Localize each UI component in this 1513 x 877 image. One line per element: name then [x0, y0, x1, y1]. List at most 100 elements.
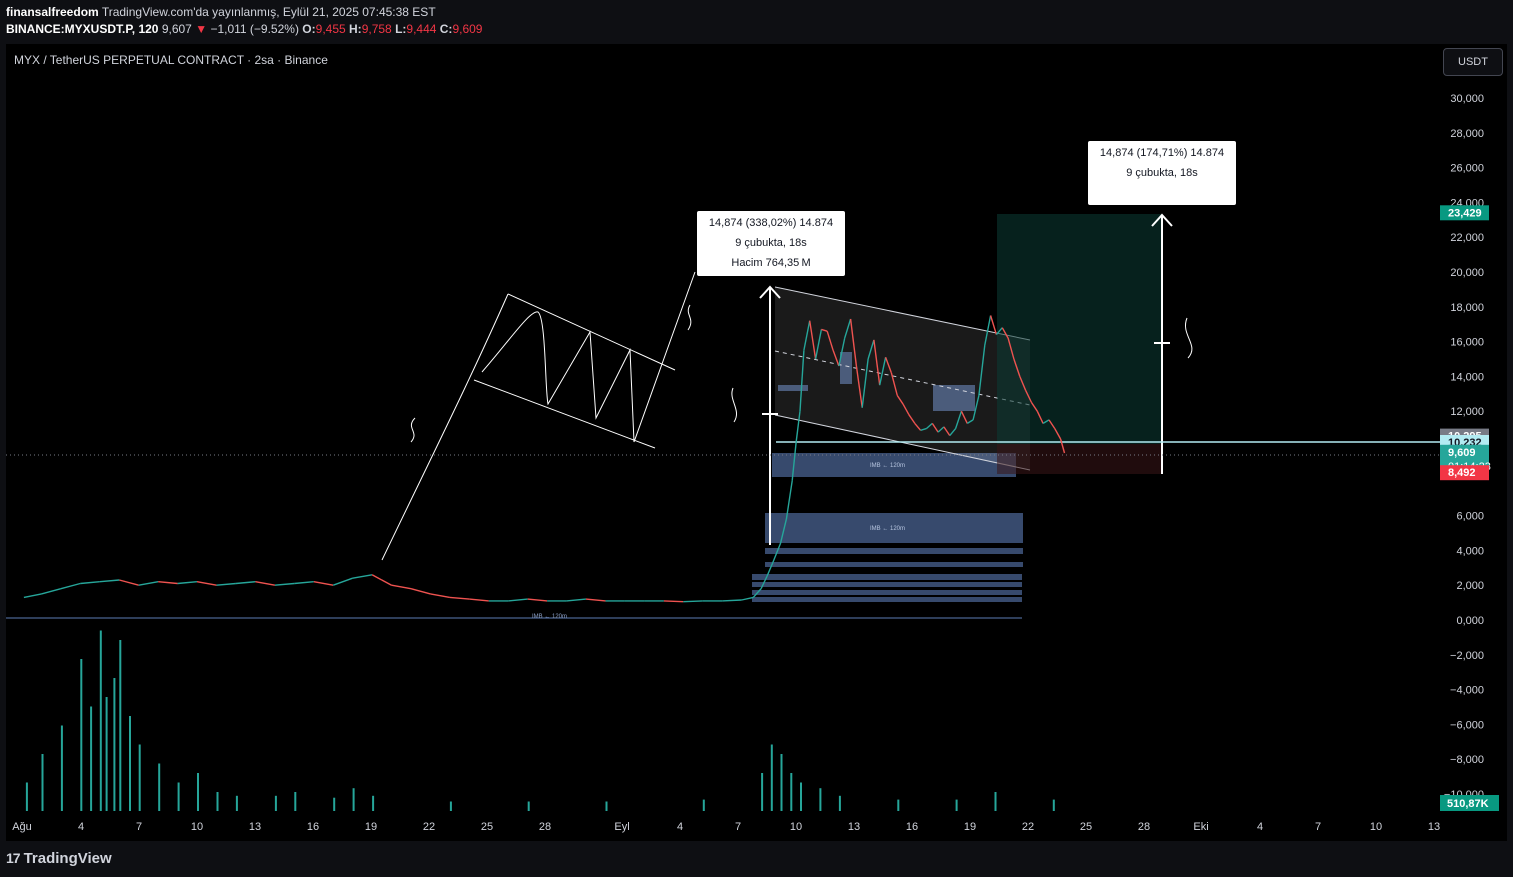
price-candle: [332, 577, 353, 586]
y-tick-label: −2,000: [1450, 650, 1484, 662]
volume-bar: [702, 799, 705, 811]
x-tick-label: Eyl: [614, 821, 629, 833]
x-tick-label: 19: [365, 821, 377, 833]
price-candle: [60, 582, 81, 590]
price-candle: [274, 582, 295, 586]
volume-label-text: 510,87K: [1447, 798, 1489, 810]
volume-bar: [235, 795, 238, 811]
volume-bar: [274, 795, 277, 811]
tradingview-logo-icon: 17: [6, 850, 21, 866]
price-candle: [371, 574, 383, 581]
sketch-squiggle: [410, 417, 416, 443]
user-drawings: [6, 141, 1440, 561]
x-tick-label: 4: [78, 821, 84, 833]
volume-bar: [790, 773, 793, 811]
annotation-line: Hacim 764,35 M: [731, 257, 810, 269]
x-tick-label: 10: [790, 821, 802, 833]
volume-bar: [41, 754, 44, 811]
x-tick-label: 4: [1257, 821, 1263, 833]
y-tick-label: 26,000: [1450, 163, 1484, 175]
price-candle: [255, 581, 276, 586]
price-candle: [722, 599, 742, 602]
price-candle: [469, 598, 489, 602]
volume-bar: [99, 630, 102, 811]
tradingview-logo[interactable]: 17 TradingView: [6, 850, 112, 867]
volume-series: [25, 630, 1055, 811]
volume-bar: [177, 782, 180, 811]
volume-bar: [158, 763, 161, 811]
volume-bar: [838, 795, 841, 811]
sketch-flag-bottom: [473, 379, 656, 449]
price-candle: [585, 598, 606, 602]
price-candle: [294, 581, 314, 585]
x-tick-label: 22: [1022, 821, 1034, 833]
price-candle: [566, 598, 587, 602]
x-tick-label: 28: [539, 821, 551, 833]
volume-bar: [60, 725, 63, 811]
imbalance-zone: [752, 582, 1022, 587]
price-candle: [80, 581, 100, 585]
volume-bar: [605, 801, 608, 811]
y-tick-label: 12,000: [1450, 406, 1484, 418]
x-tick-label: 7: [735, 821, 741, 833]
y-tick-label: 4,000: [1456, 545, 1484, 557]
volume-bar: [333, 797, 336, 811]
volume-bar: [761, 773, 764, 811]
volume-bar: [216, 792, 219, 811]
x-tick-label: Ağu: [12, 821, 32, 833]
y-tick-label: 20,000: [1450, 267, 1484, 279]
price-candle: [158, 581, 178, 585]
sketch-squiggle: [687, 304, 692, 331]
x-tick-label: 4: [677, 821, 683, 833]
y-tick-label: 22,000: [1450, 232, 1484, 244]
x-tick-label: 10: [191, 821, 203, 833]
volume-bar: [294, 792, 297, 811]
y-tick-label: 30,000: [1450, 93, 1484, 105]
volume-bar: [372, 795, 375, 811]
volume-bar: [90, 706, 93, 811]
currency-unit-button[interactable]: USDT: [1443, 48, 1503, 76]
sketch-squiggle: [731, 387, 738, 423]
volume-bar: [113, 678, 116, 811]
volume-bar: [770, 744, 773, 811]
volume-bar: [897, 799, 900, 811]
volume-bar: [1052, 799, 1055, 811]
annotation-line: 9 çubukta, 18s: [1126, 167, 1198, 179]
price-candle: [410, 588, 431, 595]
chart-canvas[interactable]: IMB ← 120mIMB ← 120mIMB ← 120m 14,874 (3…: [0, 0, 1513, 877]
price-candle: [741, 596, 754, 601]
imbalance-zone: [752, 597, 1022, 602]
x-tick-label: 19: [964, 821, 976, 833]
volume-bar: [105, 697, 108, 811]
price-label-text: 23,429: [1448, 207, 1482, 219]
volume-bar: [449, 801, 452, 811]
price-candle: [235, 581, 256, 585]
annotation-line: 14,874 (174,71%) 14.874: [1100, 147, 1224, 159]
stop-zone: [997, 444, 1162, 474]
volume-bar: [197, 773, 199, 811]
volume-bar: [819, 788, 822, 811]
y-tick-label: 18,000: [1450, 302, 1484, 314]
volume-bar: [527, 801, 530, 811]
volume-bar: [119, 640, 122, 811]
y-tick-label: 0,000: [1456, 615, 1484, 627]
volume-bar: [780, 754, 783, 811]
price-candle: [41, 588, 62, 595]
price-candle: [430, 593, 451, 599]
price-candle: [352, 574, 373, 579]
imbalance-zone: [765, 548, 1023, 554]
volume-bar: [994, 792, 997, 811]
price-candle: [313, 581, 334, 586]
price-candle: [508, 598, 528, 602]
sketch-squiggle: [1185, 317, 1193, 359]
price-candle: [23, 593, 42, 599]
price-candle: [196, 581, 217, 586]
brand-name: TradingView: [23, 850, 112, 867]
chart-title: MYX / TetherUS PERPETUAL CONTRACT · 2sa …: [14, 53, 328, 67]
price-candle: [663, 600, 684, 603]
price-candle: [216, 582, 236, 586]
x-tick-label: Eki: [1193, 821, 1208, 833]
x-tick-label: 16: [906, 821, 918, 833]
x-axis: Ağu 4 7 10 13 16 19 22 25 28 Eyl 4 7 10 13 16 19 22 25 28 Ek…: [12, 821, 1440, 833]
price-label-text: 9,609: [1448, 447, 1476, 459]
